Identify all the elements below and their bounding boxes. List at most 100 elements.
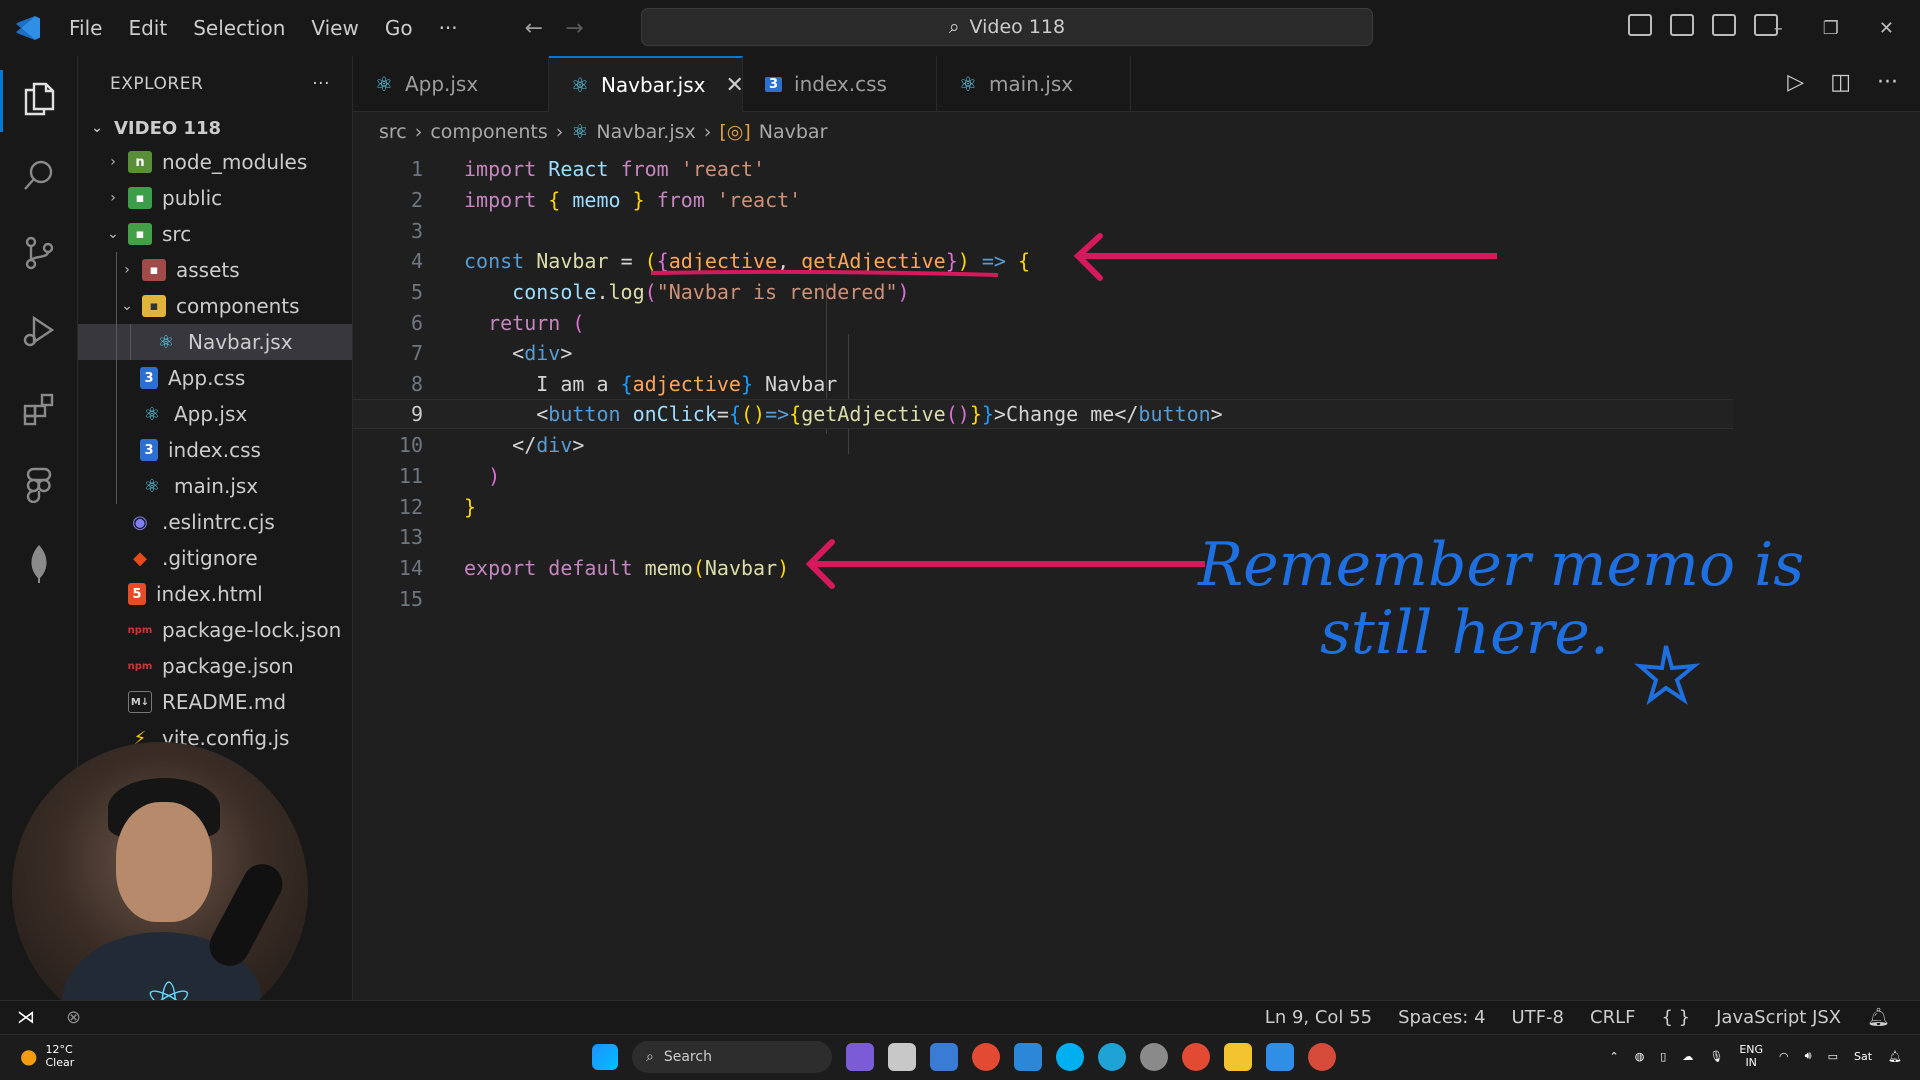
tree-item-eslintrc[interactable]: ◉ .eslintrc.cjs <box>78 504 352 540</box>
chrome-profile-icon[interactable] <box>1308 1043 1336 1071</box>
tab-index-css[interactable]: 3 index.css <box>743 56 937 112</box>
line-number: 13 <box>398 525 423 549</box>
tab-main-jsx[interactable]: ⚛ main.jsx <box>937 56 1131 112</box>
copilot-icon[interactable] <box>846 1043 874 1071</box>
tree-item-src[interactable]: ⌄ ▪ src <box>78 216 352 252</box>
tree-item-app-css[interactable]: 3 App.css <box>78 360 352 396</box>
tree-item-public[interactable]: › ▪ public <box>78 180 352 216</box>
breadcrumb-file[interactable]: Navbar.jsx <box>596 121 695 143</box>
calendar-icon[interactable] <box>930 1043 958 1071</box>
tree-item-index-html[interactable]: 5 index.html <box>78 576 352 612</box>
folder-assets-icon: ▪ <box>142 259 166 281</box>
tree-item-main-jsx[interactable]: ⚛ main.jsx <box>78 468 352 504</box>
run-debug-icon[interactable] <box>16 308 62 354</box>
toggle-panel-icon[interactable] <box>1670 14 1694 36</box>
line-endings[interactable]: CRLF <box>1590 1007 1635 1028</box>
search-icon: ⌕ <box>646 1049 654 1065</box>
tab-navbar-jsx[interactable]: ⚛ Navbar.jsx ✕ <box>549 56 744 112</box>
language-code: ENG <box>1739 1043 1764 1056</box>
code-line: 6 return ( <box>353 308 1733 338</box>
task-view-icon[interactable] <box>888 1043 916 1071</box>
npm-icon: npm <box>127 660 153 672</box>
tree-item-readme[interactable]: M↓ README.md <box>78 684 352 720</box>
wifi-icon[interactable]: ◠ <box>1779 1050 1789 1063</box>
run-icon[interactable]: ▷ <box>1787 70 1804 95</box>
extensions-icon[interactable] <box>16 386 62 432</box>
tree-item-label: App.jsx <box>174 402 248 426</box>
toggle-secondary-sidebar-icon[interactable] <box>1712 14 1736 36</box>
workspace-folder[interactable]: ⌄ VIDEO 118 <box>78 112 352 144</box>
menu-file[interactable]: File <box>56 10 115 46</box>
language-indicator[interactable]: ENG IN <box>1739 1043 1763 1069</box>
tray-app-icon[interactable]: ◍ <box>1635 1050 1645 1063</box>
command-center[interactable]: ⌕ Video 118 <box>641 8 1373 46</box>
notifications-bell-icon[interactable]: 🔔︎ <box>1867 1007 1890 1028</box>
mongodb-leaf-icon[interactable] <box>16 540 62 586</box>
explorer-more-actions[interactable]: ··· <box>312 74 330 94</box>
tree-item-components[interactable]: ⌄ ▪ components <box>78 288 352 324</box>
file-explorer-icon[interactable] <box>1224 1043 1252 1071</box>
explorer-files-icon[interactable] <box>16 76 62 122</box>
back-arrow-icon[interactable]: ← <box>525 16 543 41</box>
forward-arrow-icon[interactable]: → <box>565 16 583 41</box>
cursor-position[interactable]: Ln 9, Col 55 <box>1265 1007 1372 1028</box>
menu-selection[interactable]: Selection <box>180 10 298 46</box>
vscode-taskbar-icon[interactable] <box>1266 1043 1294 1071</box>
line-number: 14 <box>398 556 423 580</box>
battery-icon[interactable]: ▭ <box>1828 1050 1838 1063</box>
breadcrumb-components[interactable]: components <box>430 121 547 143</box>
tree-item-label: components <box>176 294 300 318</box>
clock-day[interactable]: Sat <box>1854 1050 1872 1063</box>
tree-item-index-css[interactable]: 3 index.css <box>78 432 352 468</box>
menu-go[interactable]: Go <box>372 10 426 46</box>
breadcrumb-symbol[interactable]: Navbar <box>759 121 828 143</box>
remote-indicator-icon[interactable]: ⋊ <box>0 1001 52 1035</box>
more-actions-icon[interactable]: ··· <box>1877 70 1898 95</box>
usb-icon[interactable]: ▯ <box>1660 1050 1666 1063</box>
tree-item-package-json[interactable]: npm package.json <box>78 648 352 684</box>
tree-item-package-lock[interactable]: npm package-lock.json <box>78 612 352 648</box>
line-number: 3 <box>410 219 423 243</box>
settings-icon[interactable] <box>1140 1043 1168 1071</box>
close-window-icon[interactable]: ✕ <box>1879 18 1894 39</box>
split-editor-icon[interactable]: ◫ <box>1830 70 1851 95</box>
problems-icon[interactable]: ⊗ <box>66 1007 81 1028</box>
tree-item-navbar-jsx[interactable]: ⚛ Navbar.jsx <box>78 324 352 360</box>
tree-item-assets[interactable]: › ▪ assets <box>78 252 352 288</box>
windows-start-icon[interactable] <box>592 1044 618 1070</box>
tree-item-node-modules[interactable]: › n node_modules <box>78 144 352 180</box>
code-text: return ( <box>488 311 585 335</box>
tree-item-label: package-lock.json <box>162 618 342 642</box>
encoding[interactable]: UTF-8 <box>1512 1007 1564 1028</box>
volume-icon[interactable]: 🔊︎ <box>1805 1049 1812 1063</box>
menu-more[interactable]: ··· <box>426 10 471 46</box>
menu-edit[interactable]: Edit <box>115 10 180 46</box>
source-control-icon[interactable] <box>16 230 62 276</box>
edge-icon[interactable] <box>1098 1043 1126 1071</box>
css-icon: 3 <box>140 367 158 389</box>
language-mode[interactable]: JavaScript JSX <box>1716 1007 1841 1028</box>
todo-icon[interactable] <box>1014 1043 1042 1071</box>
taskbar-search[interactable]: ⌕ Search <box>632 1041 832 1073</box>
menu-view[interactable]: View <box>298 10 371 46</box>
toggle-primary-sidebar-icon[interactable] <box>1628 14 1652 36</box>
tree-item-app-jsx[interactable]: ⚛ App.jsx <box>78 396 352 432</box>
restore-icon[interactable]: ❐ <box>1823 18 1839 39</box>
tab-app-jsx[interactable]: ⚛ App.jsx <box>353 56 549 112</box>
presenter-face <box>116 802 212 922</box>
close-icon[interactable]: ✕ <box>726 73 744 98</box>
tree-item-gitignore[interactable]: ◆ .gitignore <box>78 540 352 576</box>
figma-icon[interactable] <box>16 462 62 508</box>
skype-icon[interactable] <box>1056 1043 1084 1071</box>
breadcrumb-src[interactable]: src <box>379 121 407 143</box>
chevron-up-icon[interactable]: ⌃ <box>1609 1050 1618 1063</box>
microphone-icon[interactable]: 🎙︎ <box>1709 1050 1723 1063</box>
onedrive-icon[interactable]: ☁ <box>1682 1050 1693 1063</box>
chrome-icon[interactable] <box>1182 1043 1210 1071</box>
chrome-icon[interactable] <box>972 1043 1000 1071</box>
notification-icon[interactable]: 🔔︎ <box>1888 1050 1902 1063</box>
weather-widget[interactable]: ● 12°C Clear <box>20 1043 74 1069</box>
indentation[interactable]: Spaces: 4 <box>1398 1007 1485 1028</box>
minimize-icon[interactable]: – <box>1774 18 1783 39</box>
search-activity-icon[interactable] <box>16 152 62 198</box>
